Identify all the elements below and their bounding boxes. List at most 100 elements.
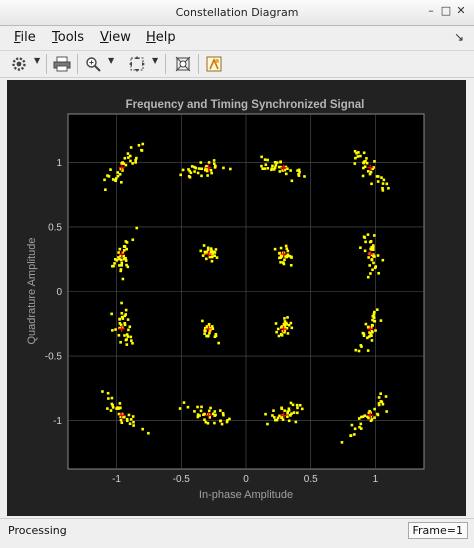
signal-point (368, 409, 371, 413)
pan-icon[interactable] (126, 54, 148, 74)
signal-point (225, 420, 229, 424)
signal-point (213, 335, 217, 338)
signal-point (196, 405, 199, 409)
signal-point (279, 160, 282, 164)
signal-point (189, 171, 193, 175)
signal-point (287, 419, 291, 423)
signal-point (371, 324, 374, 327)
signal-point (270, 168, 273, 172)
settings-dropdown-icon[interactable]: ▼ (34, 56, 40, 65)
signal-point (228, 417, 231, 421)
signal-point (381, 186, 384, 190)
highlight-icon[interactable] (203, 54, 225, 74)
minimize-icon[interactable]: – (424, 4, 438, 18)
signal-point (279, 256, 282, 259)
zoom-in-icon[interactable] (82, 54, 104, 74)
signal-point (118, 402, 122, 405)
signal-point (275, 418, 279, 422)
signal-point (277, 165, 281, 169)
signal-point (364, 322, 368, 326)
signal-point (373, 407, 376, 411)
signal-point (207, 161, 211, 164)
dock-arrow-icon[interactable]: ↘ (454, 30, 464, 44)
signal-point (116, 171, 120, 174)
signal-point (129, 159, 132, 163)
signal-point (114, 328, 117, 331)
signal-point (296, 406, 299, 410)
settings-icon[interactable] (8, 54, 30, 74)
signal-point (367, 325, 370, 329)
autoscale-icon[interactable] (172, 54, 194, 74)
signal-point (303, 175, 306, 178)
menu-help[interactable]: Help (146, 30, 176, 45)
signal-point (127, 328, 130, 332)
signal-point (278, 170, 282, 173)
signal-point (296, 411, 299, 415)
signal-point (264, 163, 268, 166)
signal-point (377, 396, 381, 399)
signal-point (197, 167, 201, 170)
signal-point (124, 308, 128, 312)
signal-point (125, 333, 129, 336)
signal-point (283, 317, 286, 320)
signal-point (385, 410, 388, 413)
signal-point (194, 166, 198, 170)
signal-point (359, 246, 362, 250)
signal-point (292, 411, 296, 414)
signal-point (203, 332, 206, 335)
signal-point (203, 418, 206, 421)
close-icon[interactable]: ✕ (454, 4, 468, 18)
toolbar: ▼ ▼ ▼ (0, 50, 474, 78)
signal-point (196, 413, 200, 416)
signal-point (382, 178, 386, 182)
zoom-dropdown-icon[interactable]: ▼ (108, 56, 114, 65)
signal-point (286, 253, 290, 257)
menu-file[interactable]: File (14, 30, 36, 45)
signal-point (266, 158, 269, 162)
signal-point (364, 240, 367, 244)
signal-point (201, 254, 205, 257)
signal-point (290, 256, 293, 259)
menu-view[interactable]: View (100, 30, 131, 45)
signal-point (128, 422, 132, 426)
signal-point (125, 263, 128, 267)
pan-dropdown-icon[interactable]: ▼ (152, 56, 158, 65)
signal-point (381, 182, 385, 185)
print-icon[interactable] (51, 54, 73, 74)
signal-point (372, 316, 376, 320)
signal-point (112, 264, 115, 268)
signal-point (366, 275, 370, 279)
signal-point (272, 409, 275, 412)
signal-point (210, 325, 214, 328)
signal-point (289, 413, 292, 417)
signal-point (213, 410, 217, 413)
signal-point (372, 261, 375, 265)
menu-tools[interactable]: Tools (52, 30, 84, 45)
signal-point (116, 406, 119, 409)
signal-point (193, 410, 196, 413)
signal-point (118, 322, 122, 325)
signal-point (121, 161, 124, 164)
signal-point (372, 234, 376, 237)
signal-point (104, 188, 107, 192)
signal-point (381, 402, 385, 406)
signal-point (379, 392, 382, 396)
signal-point (187, 174, 191, 178)
signal-point (113, 262, 116, 265)
signal-point (129, 335, 133, 339)
signal-point (366, 170, 370, 173)
signal-point (199, 161, 203, 164)
signal-point (111, 178, 115, 181)
signal-point (131, 238, 135, 242)
constellation-plot[interactable]: Frequency and Timing Synchronized Signal… (7, 80, 466, 516)
signal-point (283, 409, 286, 412)
signal-point (271, 164, 274, 168)
signal-point (199, 249, 203, 253)
maximize-icon[interactable]: □ (439, 4, 453, 18)
signal-point (368, 240, 372, 244)
signal-point (261, 167, 264, 171)
signal-point (207, 409, 211, 413)
signal-point (107, 397, 110, 400)
signal-point (147, 431, 150, 435)
signal-point (295, 403, 299, 407)
